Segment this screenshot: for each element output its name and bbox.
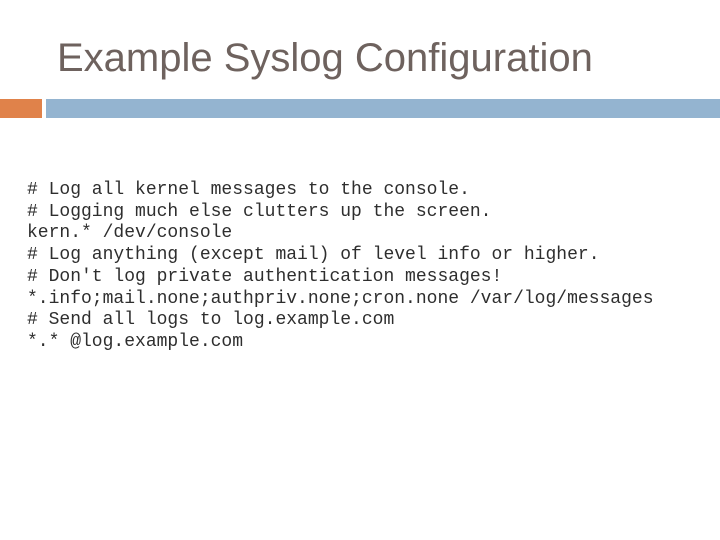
slide-title: Example Syslog Configuration — [57, 36, 593, 80]
accent-bar-blue — [46, 99, 720, 118]
code-line-comment: # Send all logs to log.example.com — [27, 310, 395, 331]
code-line-rule: kern.* /dev/console — [27, 223, 233, 244]
code-line-rule: *.info;mail.none;authpriv.none;cron.none… — [27, 288, 654, 309]
code-line-rule: *.* @log.example.com — [27, 331, 244, 352]
code-line-comment: # Don't log private authentication messa… — [27, 266, 503, 287]
code-line-comment: # Log anything (except mail) of level in… — [27, 245, 600, 266]
accent-bar-orange — [0, 99, 42, 118]
code-line-comment: # Log all kernel messages to the console… — [27, 180, 470, 200]
code-line-comment: # Logging much else clutters up the scre… — [27, 201, 492, 222]
syslog-config-code: # Log all kernel messages to the console… — [27, 180, 654, 354]
